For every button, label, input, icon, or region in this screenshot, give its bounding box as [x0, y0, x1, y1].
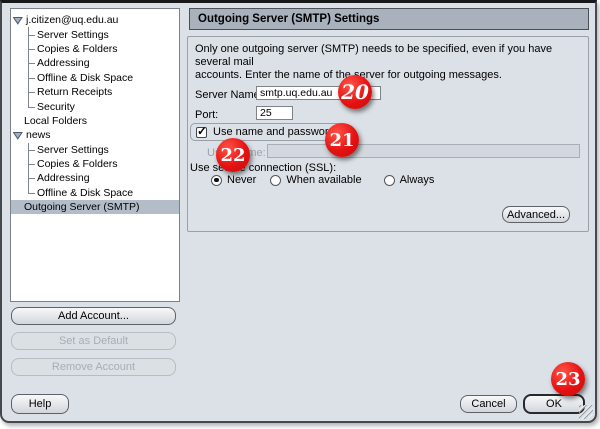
ssl-radio-always[interactable]: Always — [384, 174, 435, 186]
port-label: Port: — [195, 109, 218, 121]
annotation-badge-22: 22 — [216, 138, 250, 172]
ssl-radio-when-available[interactable]: When available — [270, 174, 361, 186]
tree-item-label: Security — [35, 101, 75, 113]
panel-title-bar: Outgoing Server (SMTP) Settings — [189, 8, 589, 30]
tree-item-label: Offline & Disk Space — [35, 187, 133, 199]
checkmark-icon: ✓ — [197, 124, 207, 138]
tree-connector — [28, 85, 35, 99]
annotation-badge-21: 21 — [325, 123, 359, 157]
tree-item-label: Addressing — [35, 172, 90, 184]
annotation-badge-20: 20 — [338, 75, 372, 109]
ssl-radio-never[interactable]: Never — [211, 174, 256, 186]
screenshot-stage: j.citizen@uq.edu.au Server Settings Copies… — [0, 0, 600, 429]
tree-item-label: Local Folders — [11, 115, 87, 127]
page-title: Outgoing Server (SMTP) Settings — [198, 13, 379, 25]
tree-item[interactable]: Local Folders — [11, 114, 179, 128]
twisty-expanded-icon[interactable] — [13, 131, 23, 140]
tree-item[interactable]: Addressing — [11, 56, 179, 70]
cancel-button[interactable]: Cancel — [460, 395, 517, 413]
tree-item[interactable]: Security — [11, 99, 179, 113]
set-as-default-button[interactable]: Set as Default — [11, 332, 176, 350]
radio-icon[interactable] — [211, 175, 222, 186]
account-settings-dialog: j.citizen@uq.edu.au Server Settings Copies… — [0, 0, 597, 423]
tree-item-label: Outgoing Server (SMTP) — [11, 201, 140, 213]
tree-connector — [28, 27, 35, 41]
radio-label: Never — [227, 174, 256, 186]
tree-connector — [28, 56, 35, 70]
tree-item[interactable]: Copies & Folders — [11, 42, 179, 56]
checkbox-icon[interactable]: ✓ — [196, 127, 207, 138]
help-button[interactable]: Help — [11, 394, 69, 414]
use-name-password-checkbox[interactable]: ✓ Use name and password — [190, 123, 344, 141]
annotation-badge-23: 23 — [551, 362, 585, 396]
tree-connector — [28, 171, 35, 185]
tree-item-label: Addressing — [35, 57, 90, 69]
remove-account-button[interactable]: Remove Account — [11, 358, 176, 376]
tree-item-label: j.citizen@uq.edu.au — [26, 14, 118, 26]
tree-item[interactable]: Addressing — [11, 171, 179, 185]
port-input[interactable] — [256, 106, 293, 120]
tree-item[interactable]: Server Settings — [11, 27, 179, 41]
ok-button[interactable]: OK — [523, 394, 585, 414]
panel-description: Only one outgoing server (SMTP) needs to… — [195, 43, 589, 82]
tree-connector — [28, 186, 35, 200]
accounts-tree[interactable]: j.citizen@uq.edu.au Server Settings Copies… — [10, 8, 180, 302]
tree-connector — [28, 143, 35, 157]
radio-label: When available — [286, 174, 361, 186]
tree-item-label: Server Settings — [35, 29, 109, 41]
tree-connector — [28, 71, 35, 85]
tree-item-label: Return Receipts — [35, 86, 112, 98]
add-account-button[interactable]: Add Account... — [11, 307, 176, 325]
ssl-label: Use secure connection (SSL): — [190, 162, 336, 174]
tree-item-label: Copies & Folders — [35, 158, 118, 170]
tree-item[interactable]: Return Receipts — [11, 85, 179, 99]
server-name-label: Server Name: — [195, 89, 263, 101]
tree-item-label: Server Settings — [35, 144, 109, 156]
radio-label: Always — [400, 174, 435, 186]
twisty-expanded-icon[interactable] — [13, 16, 23, 25]
tree-item-label: Offline & Disk Space — [35, 72, 133, 84]
tree-item[interactable]: Copies & Folders — [11, 157, 179, 171]
tree-item-label: news — [26, 129, 51, 141]
tree-item[interactable]: Offline & Disk Space — [11, 71, 179, 85]
tree-item[interactable]: Outgoing Server (SMTP) — [11, 200, 179, 214]
resize-grip-icon[interactable] — [579, 405, 593, 419]
tree-connector — [28, 42, 35, 56]
tree-item[interactable]: j.citizen@uq.edu.au — [11, 13, 179, 27]
tree-item[interactable]: Offline & Disk Space — [11, 186, 179, 200]
tree-connector — [28, 99, 35, 113]
use-name-password-label: Use name and password — [213, 126, 335, 138]
tree-item[interactable]: Server Settings — [11, 143, 179, 157]
advanced-button[interactable]: Advanced... — [502, 206, 570, 223]
tree-connector — [28, 157, 35, 171]
radio-icon[interactable] — [270, 175, 281, 186]
tree-item[interactable]: news — [11, 128, 179, 142]
ssl-radio-group: Never When available Always — [211, 174, 434, 186]
tree-item-label: Copies & Folders — [35, 43, 118, 55]
radio-icon[interactable] — [384, 175, 395, 186]
user-name-input[interactable] — [267, 144, 580, 158]
